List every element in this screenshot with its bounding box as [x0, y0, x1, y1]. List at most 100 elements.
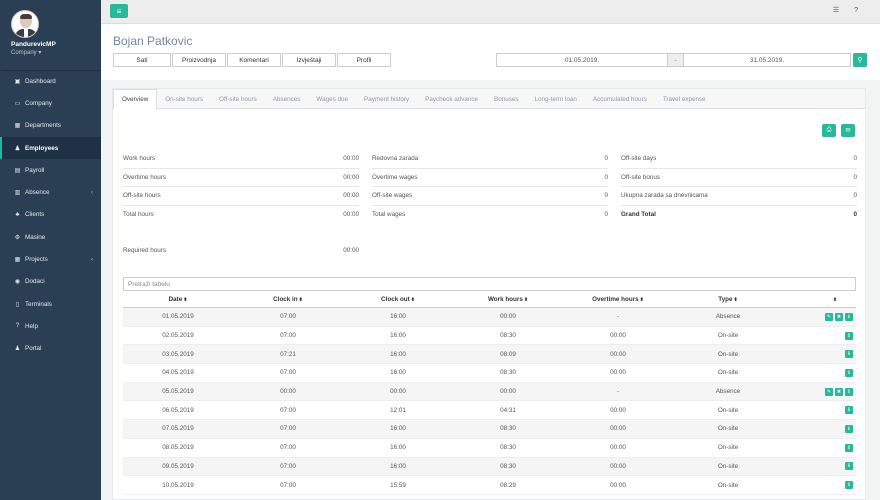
info-button[interactable]: ℹ: [845, 481, 853, 490]
clients-icon: ♣: [15, 211, 20, 218]
cell-work: 00:00: [500, 388, 516, 396]
company-dropdown[interactable]: Company ▾: [11, 49, 101, 56]
tab-long-term-loan[interactable]: Long-term loan: [527, 89, 585, 109]
summary-label: Off-site days: [621, 155, 657, 163]
cell-date: 03.05.2019: [162, 350, 194, 358]
sidebar-item-absence[interactable]: ▥ Absence ‹: [0, 181, 101, 203]
column-header[interactable]: ⬍: [783, 297, 856, 303]
edit-button[interactable]: ✎: [825, 387, 833, 396]
pencil-icon: ✎: [826, 313, 832, 320]
help-icon[interactable]: ?: [854, 7, 858, 14]
cell-date: 06.05.2019: [162, 406, 194, 414]
cell-out: 16:00: [390, 350, 406, 358]
column-header-label: Type: [718, 296, 733, 303]
tab-travel-expense[interactable]: Travel expense: [655, 89, 714, 109]
sidebar-item-help[interactable]: ? Help: [0, 315, 101, 337]
edit-button[interactable]: ✎: [825, 312, 833, 321]
avatar[interactable]: [11, 10, 39, 38]
date-to-input[interactable]: 31.05.2019.: [683, 53, 851, 67]
row-actions: ✎ ✖ ℹ: [783, 312, 856, 321]
row-actions: ℹ: [783, 481, 856, 490]
menu-toggle-button[interactable]: ≡: [110, 4, 128, 18]
sidebar-item-clients[interactable]: ♣ Clients: [0, 204, 101, 226]
sort-icon: ⬍: [832, 296, 838, 303]
sidebar-item-employees[interactable]: ♟ Employees: [0, 136, 101, 160]
tab-absences[interactable]: Absences: [265, 89, 309, 109]
info-button[interactable]: ℹ: [845, 331, 853, 340]
info-button[interactable]: ℹ: [845, 368, 853, 377]
summary-wages: Redovna zarada 0 Overtime wages 0 Off-site w…: [372, 150, 608, 224]
page-title: Bojan Patkovic: [113, 34, 193, 48]
header-button-komentari[interactable]: Komentari: [227, 53, 281, 67]
cell-ot: -: [616, 313, 620, 321]
print-button[interactable]: ⎙: [822, 124, 836, 137]
sidebar-item-dodaci[interactable]: ◉ Dodaci: [0, 271, 101, 293]
date-search-button[interactable]: ⚲: [853, 53, 867, 67]
summary-label: Ukupna zarada sa dnevnicama: [621, 192, 708, 200]
tab-accumulated-hours[interactable]: Accumulated hours: [585, 89, 655, 109]
info-button[interactable]: ℹ: [845, 406, 853, 415]
column-header[interactable]: Clock out⬍: [343, 296, 453, 303]
summary-row: Total hours 00:00: [123, 206, 359, 225]
table-header: Date⬍ Clock in⬍ Clock out⬍ Work hours⬍ Overt…: [123, 292, 856, 308]
cell-date: 02.05.2019: [162, 332, 194, 340]
sidebar-item-payroll[interactable]: ▤ Payroll: [0, 159, 101, 181]
column-header[interactable]: Date⬍: [123, 296, 233, 303]
column-header[interactable]: Overtime hours⬍: [563, 296, 673, 303]
row-actions: ℹ: [783, 443, 856, 452]
tab-paycheck-advance[interactable]: Paycheck advance: [417, 89, 486, 109]
column-header[interactable]: Clock in⬍: [233, 296, 343, 303]
cell-ot: -: [616, 388, 620, 396]
row-actions: ℹ: [783, 350, 856, 359]
header-button-group: Sati Proizvodnja Komentari Izvještaji Profil: [113, 53, 392, 67]
info-button[interactable]: ℹ: [845, 424, 853, 433]
info-button[interactable]: ℹ: [845, 443, 853, 452]
dodaci-icon: ◉: [14, 279, 21, 286]
info-icon: ℹ: [848, 482, 850, 489]
sidebar-item-dashboard[interactable]: ▣ Dashboard: [0, 70, 101, 92]
required-hours-label: Required hours: [123, 247, 167, 254]
summary-row: Grand Total 0: [621, 206, 857, 225]
sidebar-item-projects[interactable]: ▦ Projects ‹: [0, 248, 101, 270]
column-header[interactable]: Type⬍: [673, 296, 783, 303]
sort-icon: ⬍: [183, 297, 188, 303]
sidebar-item-label: Company: [25, 99, 52, 107]
info-button[interactable]: ℹ: [845, 387, 853, 396]
sidebar-item-departments[interactable]: ▦ Departments: [0, 115, 101, 137]
cell-work: 08:30: [500, 369, 516, 377]
info-icon: ℹ: [848, 332, 850, 339]
cell-type: On-site: [717, 406, 739, 414]
info-button[interactable]: ℹ: [845, 312, 853, 321]
table-search-input[interactable]: Pretraži tabelu: [123, 277, 856, 291]
tab-bonuses[interactable]: Bonuses: [486, 89, 527, 109]
tab-overview[interactable]: Overview: [113, 89, 158, 110]
date-from-input[interactable]: 01.05.2019.: [496, 53, 668, 67]
sidebar-item-masine[interactable]: ⚙ Masine: [0, 226, 101, 248]
hamburger-icon: ≡: [116, 6, 122, 16]
search-icon: ⚲: [857, 57, 863, 64]
header-button-izvjetaji[interactable]: Izvještaji: [282, 53, 336, 67]
delete-button[interactable]: ✖: [835, 312, 843, 321]
tab-payment-history[interactable]: Payment history: [356, 89, 417, 109]
list-icon[interactable]: ☰: [833, 7, 839, 14]
sort-icon: ⬍: [298, 297, 303, 303]
tab-bar: Overview On-site hours Off-site hours Absen…: [113, 89, 865, 110]
delete-button[interactable]: ✖: [835, 387, 843, 396]
sidebar-item-company[interactable]: ▭ Company: [0, 92, 101, 114]
info-button[interactable]: ℹ: [845, 462, 853, 471]
header-button-proizvodnja[interactable]: Proizvodnja: [172, 53, 226, 67]
tab-on-site-hours[interactable]: On-site hours: [157, 89, 211, 109]
tab-wages-due[interactable]: Wages due: [308, 89, 356, 109]
email-button[interactable]: ✉: [841, 124, 855, 137]
header-button-sati[interactable]: Sati: [113, 53, 171, 67]
info-button[interactable]: ℹ: [845, 350, 853, 359]
sidebar-item-portal[interactable]: ♟ Portal: [0, 338, 101, 360]
tab-off-site-hours[interactable]: Off-site hours: [211, 89, 265, 109]
column-header[interactable]: Work hours⬍: [453, 296, 563, 303]
cell-ot: 00:00: [610, 425, 626, 433]
sidebar-item-terminals[interactable]: ▯ Terminals: [0, 293, 101, 315]
sidebar-item-label: Help: [25, 322, 38, 330]
header-button-profil[interactable]: Profil: [337, 53, 391, 67]
cell-type: On-site: [717, 462, 739, 470]
cell-in: 07:00: [280, 313, 296, 321]
